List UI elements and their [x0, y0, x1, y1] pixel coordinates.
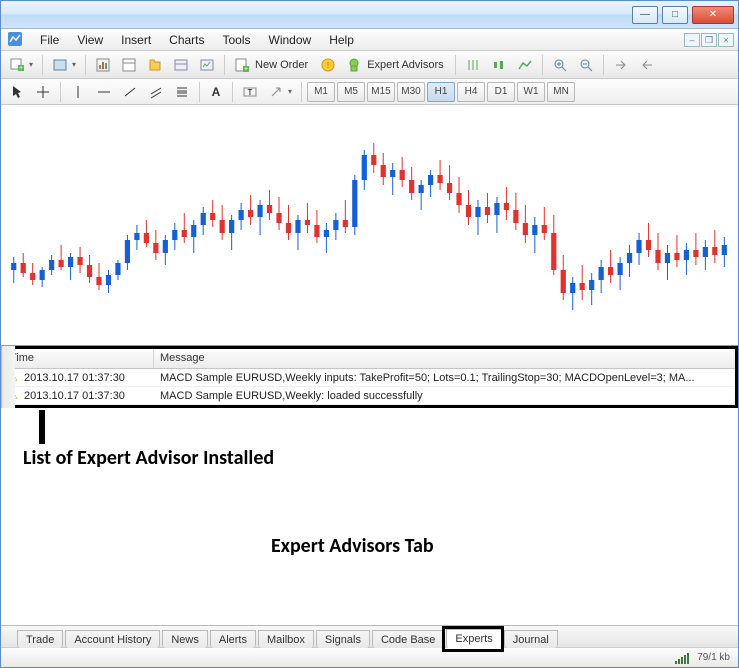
trendline-button[interactable] [118, 81, 142, 103]
main-toolbar: +▾ ▾ + New Order ! Expert Advisors [1, 51, 738, 79]
crosshair-button[interactable] [31, 81, 55, 103]
market-watch-button[interactable] [91, 54, 115, 76]
tab-mailbox[interactable]: Mailbox [258, 630, 314, 648]
chart-shift-button[interactable] [635, 54, 659, 76]
menu-insert[interactable]: Insert [112, 31, 160, 49]
timeframe-m5[interactable]: M5 [337, 82, 365, 102]
svg-text:+: + [244, 66, 248, 73]
tab-experts[interactable]: Experts [446, 629, 501, 648]
annotation-area: List of Expert Advisor Installed Expert … [1, 408, 738, 625]
zoom-in-button[interactable] [548, 54, 572, 76]
new-order-button[interactable]: + New Order [230, 54, 314, 76]
candlestick-chart [1, 105, 738, 345]
col-header-time[interactable]: Time [4, 349, 154, 368]
mdi-restore-button[interactable]: ❐ [701, 33, 717, 47]
tab-account-history[interactable]: Account History [65, 630, 160, 648]
timeframe-h1[interactable]: H1 [427, 82, 455, 102]
col-header-message[interactable]: Message [154, 349, 735, 368]
log-header: Time Message [4, 349, 735, 369]
timeframe-h4[interactable]: H4 [457, 82, 485, 102]
menubar: File View Insert Charts Tools Window Hel… [1, 29, 738, 51]
menu-tools[interactable]: Tools [214, 31, 260, 49]
log-row[interactable]: ⚠ 2013.10.17 01:37:30 MACD Sample EURUSD… [4, 387, 735, 405]
window-maximize-button[interactable]: □ [662, 6, 688, 24]
timeframe-w1[interactable]: W1 [517, 82, 545, 102]
new-order-label: New Order [253, 59, 310, 71]
line-chart-button[interactable] [513, 54, 537, 76]
tab-trade[interactable]: Trade [17, 630, 63, 648]
status-bar: 79/1 kb [1, 647, 738, 667]
timeframe-d1[interactable]: D1 [487, 82, 515, 102]
cursor-button[interactable] [5, 81, 29, 103]
timeframe-m30[interactable]: M30 [397, 82, 425, 102]
candle-chart-button[interactable] [487, 54, 511, 76]
mdi-controls: – ❐ × [684, 33, 736, 47]
expert-advisors-label: Expert Advisors [365, 59, 445, 71]
log-message: MACD Sample EURUSD,Weekly inputs: TakePr… [154, 372, 735, 384]
log-row[interactable]: ⚠ 2013.10.17 01:37:30 MACD Sample EURUSD… [4, 369, 735, 387]
bar-chart-button[interactable] [461, 54, 485, 76]
horizontal-line-button[interactable] [92, 81, 116, 103]
mdi-close-button[interactable]: × [718, 33, 734, 47]
svg-text:T: T [248, 88, 253, 97]
arrows-button[interactable]: ▾ [264, 81, 296, 103]
menu-file[interactable]: File [31, 31, 68, 49]
titlebar: — □ ✕ [1, 1, 738, 29]
channel-button[interactable] [144, 81, 168, 103]
log-message: MACD Sample EURUSD,Weekly: loaded succes… [154, 390, 735, 402]
annotation-tab-label: Expert Advisors Tab [271, 534, 434, 558]
window-minimize-button[interactable]: — [632, 6, 658, 24]
profiles-button[interactable]: ▾ [48, 54, 80, 76]
menu-help[interactable]: Help [320, 31, 363, 49]
data-window-button[interactable] [117, 54, 141, 76]
navigator-button[interactable] [143, 54, 167, 76]
tab-alerts[interactable]: Alerts [210, 630, 256, 648]
tab-news[interactable]: News [162, 630, 208, 648]
experts-log-table: Time Message ⚠ 2013.10.17 01:37:30 MACD … [1, 346, 738, 408]
new-chart-button[interactable]: +▾ [5, 54, 37, 76]
auto-scroll-button[interactable] [609, 54, 633, 76]
vertical-line-button[interactable] [66, 81, 90, 103]
svg-text:+: + [19, 65, 23, 72]
mdi-minimize-button[interactable]: – [684, 33, 700, 47]
traffic-label: 79/1 kb [697, 652, 730, 663]
drawing-toolbar: A T ▾ M1 M5 M15 M30 H1 H4 D1 W1 MN [1, 79, 738, 105]
log-time: 2013.10.17 01:37:30 [22, 372, 154, 384]
menu-view[interactable]: View [68, 31, 112, 49]
timeframe-mn[interactable]: MN [547, 82, 575, 102]
text-button[interactable]: A [205, 81, 227, 103]
fibonacci-button[interactable] [170, 81, 194, 103]
tab-code-base[interactable]: Code Base [372, 630, 444, 648]
annotation-list-label: List of Expert Advisor Installed [23, 446, 274, 470]
terminal-pane: Terminal Time Message ⚠ 2013.10.17 01:37… [1, 345, 738, 647]
chart-area[interactable] [1, 105, 738, 345]
metaeditor-button[interactable]: ! [316, 54, 340, 76]
menu-charts[interactable]: Charts [160, 31, 213, 49]
terminal-button[interactable] [169, 54, 193, 76]
app-icon [7, 31, 25, 49]
timeframe-m15[interactable]: M15 [367, 82, 395, 102]
svg-text:!: ! [327, 61, 329, 70]
terminal-tabs: Trade Account History News Alerts Mailbo… [1, 625, 738, 647]
expert-advisors-button[interactable]: Expert Advisors [342, 54, 449, 76]
app-window: — □ ✕ File View Insert Charts Tools Wind… [0, 0, 739, 668]
menu-window[interactable]: Window [260, 31, 321, 49]
annotation-connector [39, 410, 45, 444]
strategy-tester-button[interactable] [195, 54, 219, 76]
tab-signals[interactable]: Signals [316, 630, 370, 648]
log-time: 2013.10.17 01:37:30 [22, 390, 154, 402]
text-label-button[interactable]: T [238, 81, 262, 103]
timeframe-m1[interactable]: M1 [307, 82, 335, 102]
window-close-button[interactable]: ✕ [692, 6, 734, 24]
zoom-out-button[interactable] [574, 54, 598, 76]
connection-icon [675, 652, 689, 664]
tab-journal[interactable]: Journal [504, 630, 558, 648]
